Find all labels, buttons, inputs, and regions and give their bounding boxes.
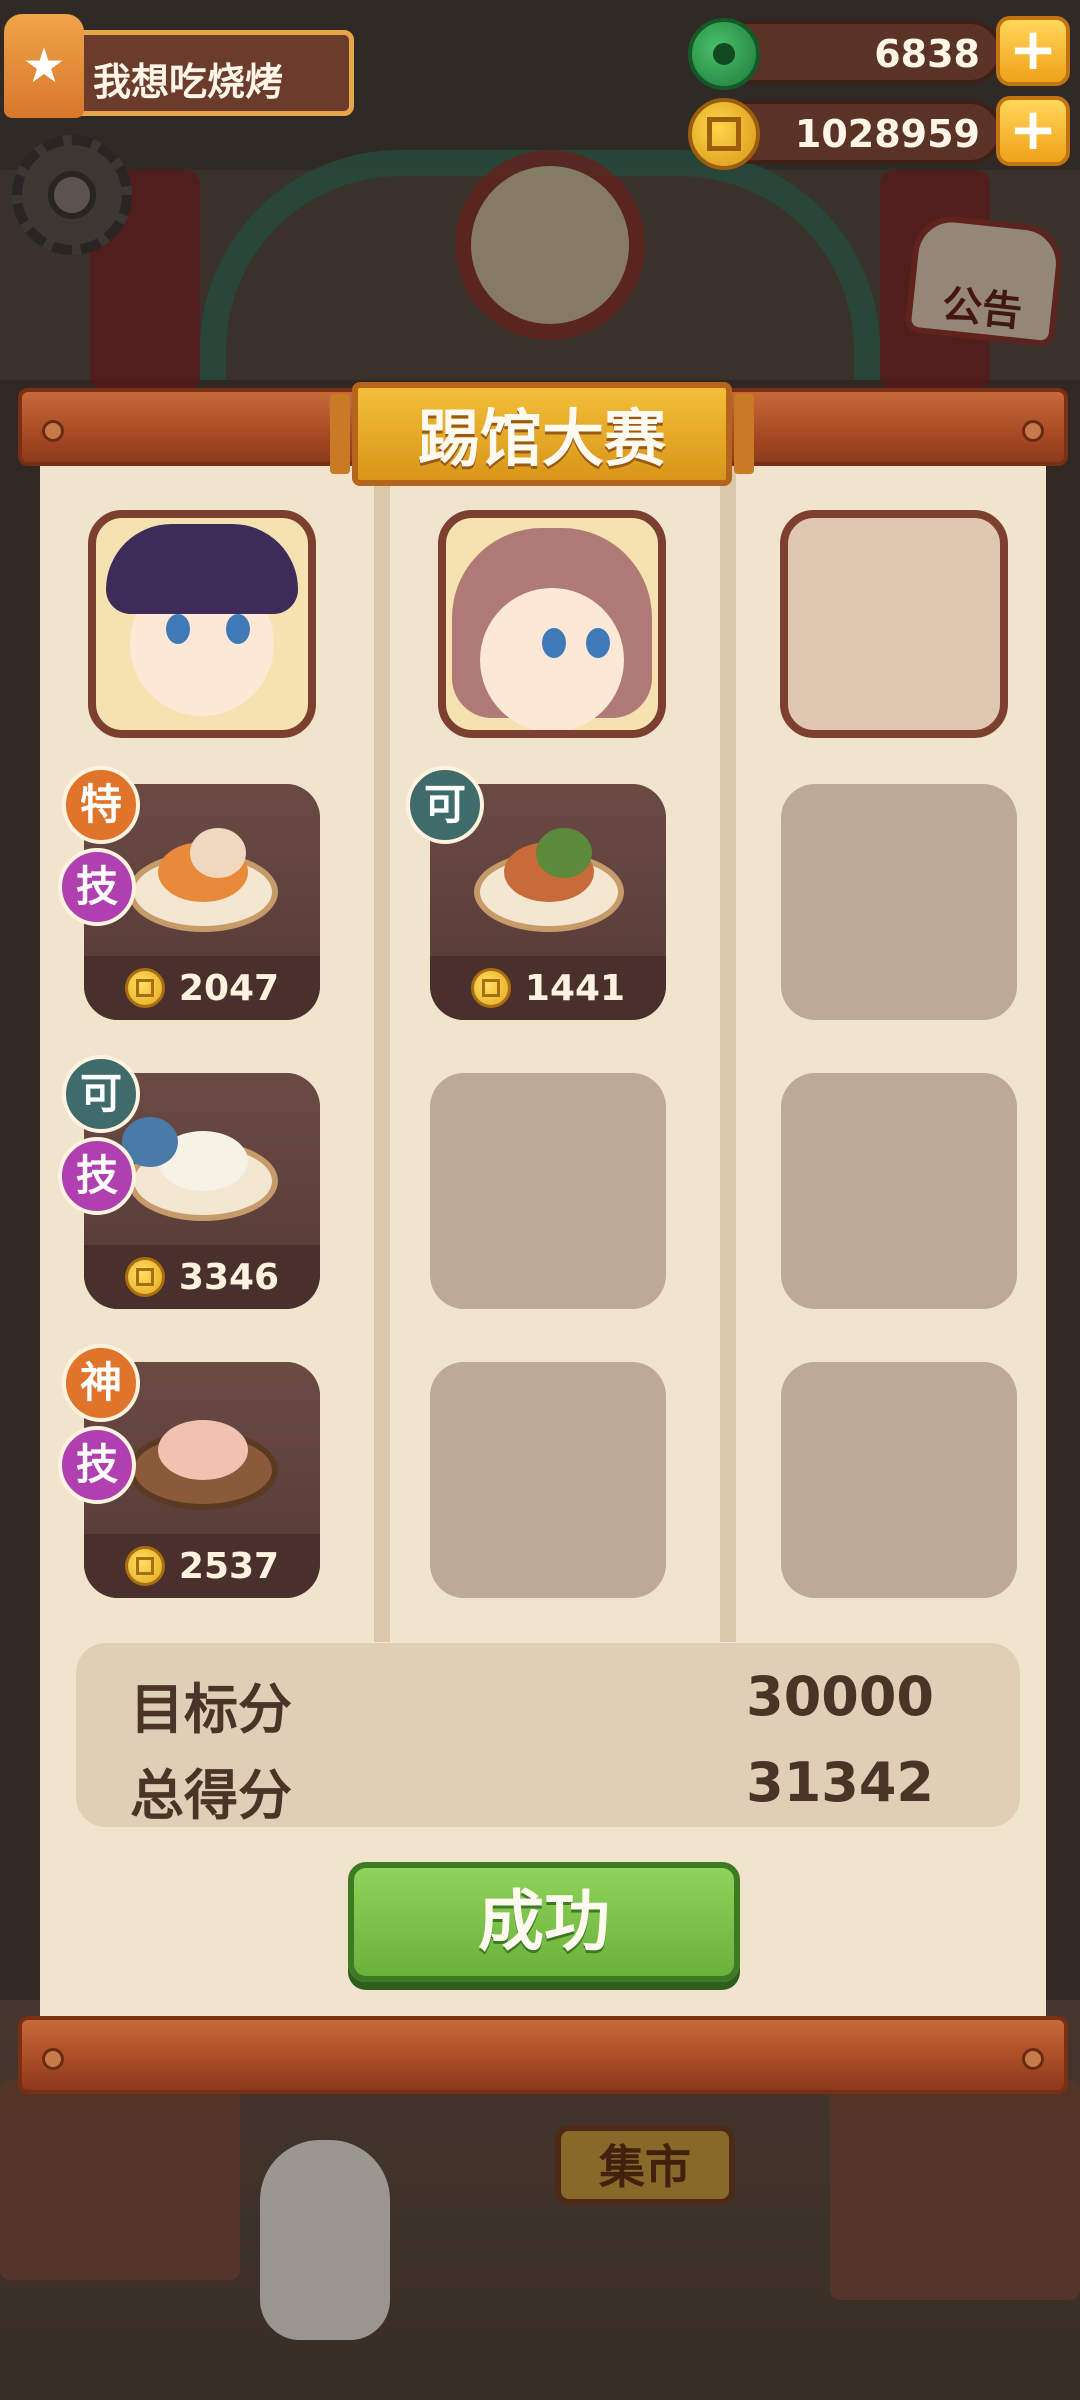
success-button[interactable]: 成功 [348,1862,740,1982]
chef-eye [586,628,610,658]
settings-gear-icon[interactable] [12,135,132,255]
empty-dish-slot[interactable] [430,1362,666,1598]
total-score-value: 31342 [746,1751,934,1814]
coin-icon [124,1257,165,1297]
coin-icon [470,968,511,1008]
scroll-rod-bottom [18,2016,1068,2094]
player-name: 我想吃烧烤 [93,60,284,104]
skill-badge: 技 [58,1426,136,1504]
empty-dish-slot[interactable] [781,784,1017,1020]
gems-value: 6838 [874,32,980,76]
chef-eye [226,614,250,644]
jade-gem-icon [688,18,760,90]
chef-hat [106,524,298,614]
chef-eye [166,614,190,644]
empty-dish-slot[interactable] [430,1073,666,1309]
target-score-label: 目标分 [130,1678,292,1741]
grade-badge: 特 [62,766,140,844]
dish-price: 1441 [524,967,626,1009]
coins-counter: 1028959 [688,98,1002,170]
meatball-bowl-icon [128,1406,278,1516]
empty-dish-slot[interactable] [781,1073,1017,1309]
dish-price: 3346 [178,1256,280,1298]
coins-value: 1028959 [794,112,980,156]
roast-platter-icon [474,828,624,938]
modal-title: 踢馆大赛 [330,382,754,486]
dish-price: 2537 [178,1545,280,1587]
skill-badge: 技 [58,1137,136,1215]
coin-icon [124,1546,165,1586]
target-score-value: 30000 [746,1665,934,1728]
chef-portrait-1[interactable] [88,510,316,738]
chef-face [480,588,624,730]
total-score-label: 总得分 [130,1764,292,1827]
add-gems-button[interactable]: + [996,16,1070,86]
gems-counter: 6838 [688,18,1002,90]
column-divider [374,462,390,1642]
grade-badge: 可 [406,766,484,844]
coin-icon [124,968,165,1008]
player-avatar[interactable]: ★ [4,14,84,118]
empty-dish-slot[interactable] [781,1362,1017,1598]
score-summary: 目标分 30000 总得分 31342 [76,1643,1020,1827]
peacock-noodles-icon [122,1117,278,1227]
grade-badge: 神 [62,1344,140,1422]
chef-eye [542,628,566,658]
dish-price: 2047 [178,967,280,1009]
crab-feast-icon [128,828,278,938]
skill-badge: 技 [58,848,136,926]
add-coins-button[interactable]: + [996,96,1070,166]
chef-portrait-empty[interactable] [780,510,1008,738]
coin-icon [688,98,760,170]
column-divider [720,462,736,1642]
grade-badge: 可 [62,1055,140,1133]
chef-portrait-2[interactable] [438,510,666,738]
